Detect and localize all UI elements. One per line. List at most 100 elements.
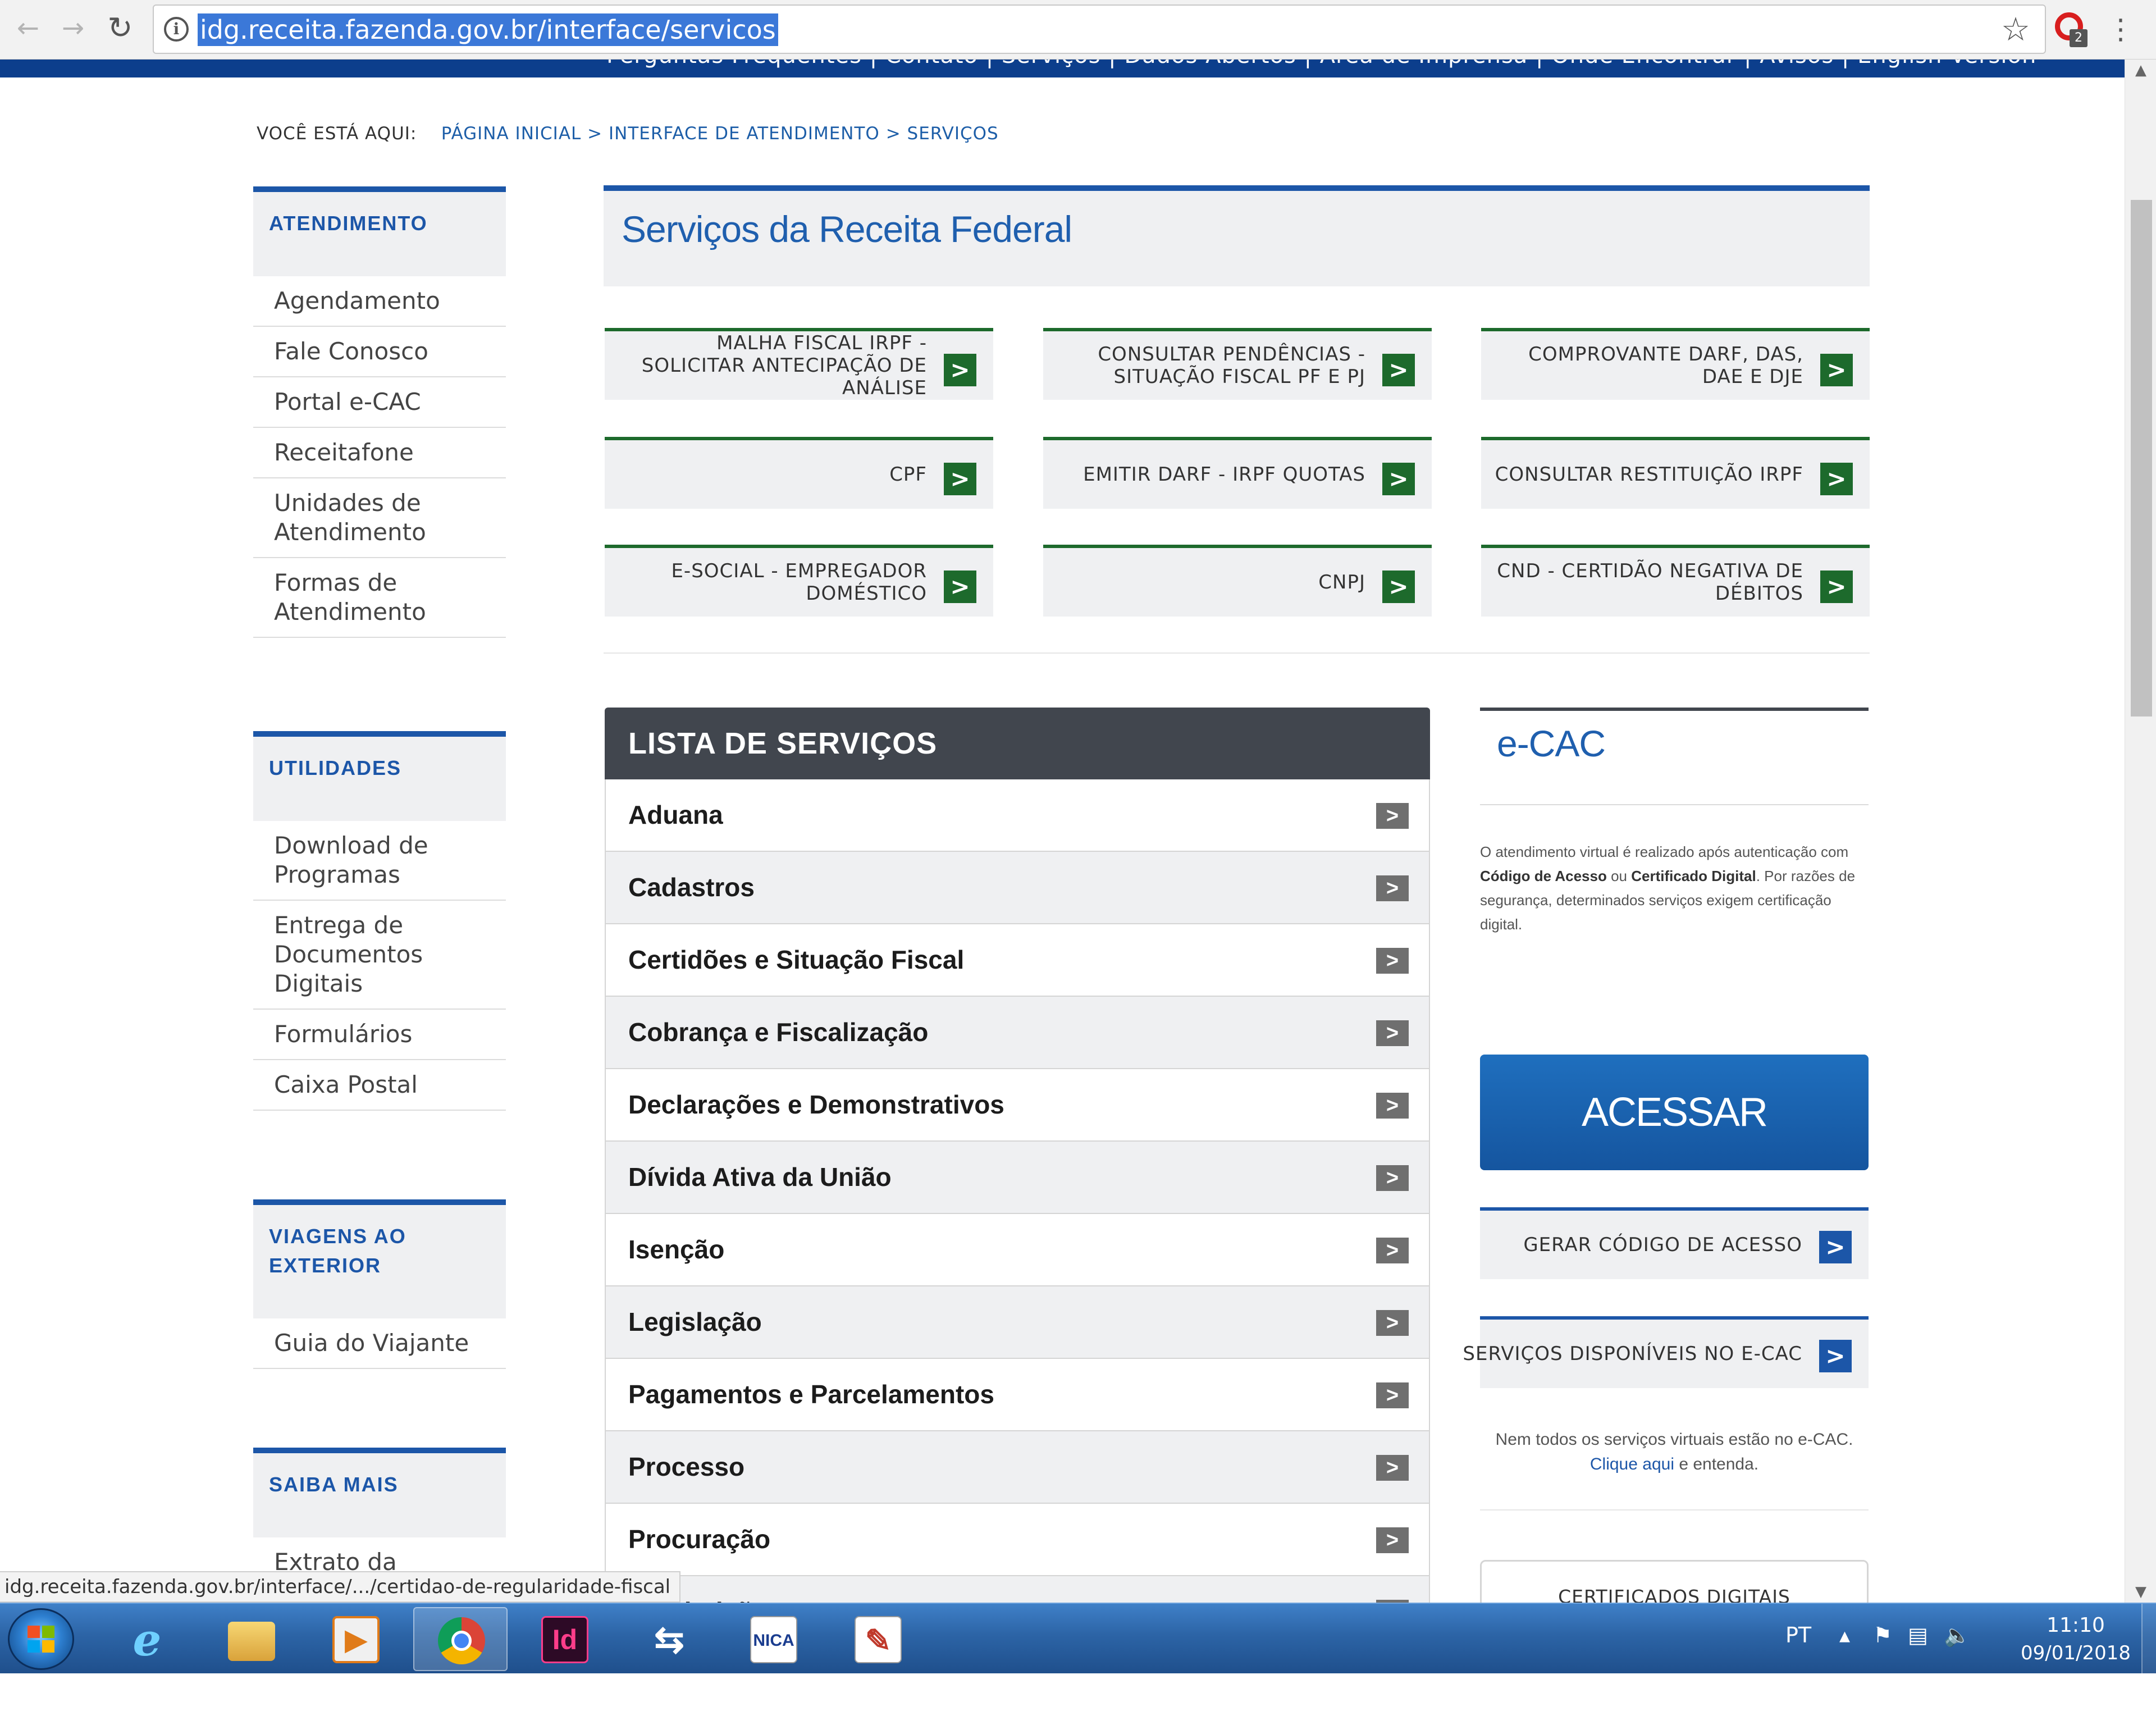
certificados-digitais-button[interactable]: CERTIFICADOS DIGITAIS (1480, 1560, 1869, 1603)
service-item-declaracoes[interactable]: Declarações e Demonstrativos > (605, 1069, 1430, 1142)
address-bar[interactable]: i idg.receita.fazenda.gov.br/interface/s… (153, 4, 2046, 54)
quick-link-emitir-darf[interactable]: EMITIR DARF - IRPF QUOTAS > (1043, 437, 1432, 509)
sidebar-item-agendamento[interactable]: Agendamento (253, 276, 506, 327)
quick-link-label: E-SOCIAL - EMPREGADOR DOMÉSTICO (671, 560, 927, 605)
chevron-right-icon: > (1376, 1238, 1409, 1263)
tray-expand-icon[interactable]: ▴ (1839, 1623, 1850, 1648)
quick-link-cnd[interactable]: CND - CERTIDÃO NEGATIVA DE DÉBITOS > (1481, 545, 1870, 617)
service-item-processo[interactable]: Processo > (605, 1431, 1430, 1504)
chevron-right-icon: > (944, 463, 976, 495)
sidebar-item-formularios[interactable]: Formulários (253, 1010, 506, 1060)
sidebar-item-portal-ecac[interactable]: Portal e-CAC (253, 377, 506, 428)
quick-link-malha-fiscal[interactable]: MALHA FISCAL IRPF - SOLICITAR ANTECIPAÇÃ… (605, 328, 993, 400)
quick-link-label: CONSULTAR RESTITUIÇÃO IRPF (1495, 463, 1803, 486)
taskbar-unica-app[interactable]: NICA (727, 1607, 821, 1671)
service-item-procuracao[interactable]: Procuração > (605, 1504, 1430, 1576)
service-label: Aduana (628, 800, 723, 829)
servicos-ecac-button[interactable]: SERVIÇOS DISPONÍVEIS NO E-CAC > (1463, 1316, 1869, 1388)
breadcrumb: VOCÊ ESTÁ AQUI: PÁGINA INICIAL > INTERFA… (257, 124, 999, 144)
breadcrumb-separator: > (587, 124, 603, 144)
back-arrow-icon[interactable]: ← (10, 10, 46, 46)
taskbar-indesign[interactable]: Id (518, 1607, 612, 1671)
chevron-right-icon: > (1382, 354, 1415, 386)
page-content: VOCÊ ESTÁ AQUI: PÁGINA INICIAL > INTERFA… (0, 77, 2125, 1603)
taskbar-transfer-app[interactable]: ⇆ (622, 1607, 716, 1671)
breadcrumb-interface[interactable]: INTERFACE DE ATENDIMENTO (609, 124, 880, 144)
breadcrumb-home[interactable]: PÁGINA INICIAL (441, 124, 582, 144)
status-url-bubble: idg.receita.fazenda.gov.br/interface/...… (0, 1571, 681, 1603)
clique-aqui-link[interactable]: Clique aqui (1590, 1455, 1674, 1473)
sidebar-item-formas[interactable]: Formas de Atendimento (253, 558, 506, 638)
quick-link-cnpj[interactable]: CNPJ > (1043, 545, 1432, 617)
sidebar-item-download[interactable]: Download de Programas (253, 821, 506, 901)
action-center-flag-icon[interactable]: ⚑ (1873, 1623, 1892, 1648)
media-player-icon: ▶ (332, 1616, 380, 1663)
scroll-down-arrow-icon[interactable]: ▼ (2131, 1583, 2151, 1600)
volume-icon[interactable]: 🔈 (1944, 1623, 1970, 1648)
browser-toolbar: ← → ↻ i idg.receita.fazenda.gov.br/inter… (0, 0, 2156, 60)
sidebar-heading: UTILIDADES (253, 731, 506, 821)
sidebar-item-unidades[interactable]: Unidades de Atendimento (253, 478, 506, 558)
clock-time[interactable]: 11:10 (2034, 1614, 2118, 1637)
sidebar-item-receitafone[interactable]: Receitafone (253, 428, 506, 478)
reload-icon[interactable]: ↻ (102, 10, 138, 46)
service-item-pagamentos[interactable]: Pagamentos e Parcelamentos > (605, 1359, 1430, 1431)
extension-icon[interactable]: 2 (2055, 10, 2089, 47)
clock-date[interactable]: 09/01/2018 (2006, 1642, 2146, 1664)
taskbar-paint-app[interactable]: ✎ (831, 1607, 925, 1671)
url-text[interactable]: idg.receita.fazenda.gov.br/interface/ser… (198, 13, 778, 46)
service-item-legislacao[interactable]: Legislação > (605, 1286, 1430, 1359)
taskbar-internet-explorer[interactable]: e (100, 1607, 194, 1671)
service-item-isencao[interactable]: Isenção > (605, 1214, 1430, 1286)
network-icon[interactable]: ▤ (1908, 1623, 1928, 1648)
sidebar-item-fale-conosco[interactable]: Fale Conosco (253, 327, 506, 377)
service-item-aduana[interactable]: Aduana > (605, 779, 1430, 852)
internet-explorer-icon: e (133, 1613, 162, 1666)
sidebar-section-utilidades: UTILIDADES Download de Programas Entrega… (253, 731, 506, 1111)
sidebar-item-caixa-postal[interactable]: Caixa Postal (253, 1060, 506, 1111)
show-desktop-button[interactable] (2141, 1604, 2156, 1674)
chevron-right-icon: > (1819, 1340, 1852, 1372)
chevron-right-icon: > (1376, 803, 1409, 829)
quick-link-label: MALHA FISCAL IRPF - SOLICITAR ANTECIPAÇÃ… (641, 332, 927, 399)
breadcrumb-current[interactable]: SERVIÇOS (907, 124, 999, 144)
chevron-right-icon: > (1376, 1310, 1409, 1336)
windows-taskbar: e ▶ Id ⇆ NICA ✎ PT ▴ ⚑ ▤ 🔈 11:10 09/01/2… (0, 1603, 2156, 1674)
quick-link-cpf[interactable]: CPF > (605, 437, 993, 509)
sidebar-item-entrega[interactable]: Entrega de Documentos Digitais (253, 901, 506, 1010)
quick-link-restituicao[interactable]: CONSULTAR RESTITUIÇÃO IRPF > (1481, 437, 1870, 509)
chevron-right-icon: > (1376, 948, 1409, 974)
bottom-margin (0, 1673, 2156, 1725)
service-item-cadastros[interactable]: Cadastros > (605, 852, 1430, 924)
quick-link-comprovante[interactable]: COMPROVANTE DARF, DAS, DAE E DJE > (1481, 328, 1870, 400)
taskbar-file-explorer[interactable] (204, 1607, 299, 1671)
breadcrumb-label: VOCÊ ESTÁ AQUI: (257, 124, 417, 144)
site-top-nav-links[interactable]: Perguntas Frequentes | Contato | Serviço… (606, 60, 2036, 69)
taskbar-chrome[interactable] (413, 1607, 508, 1671)
windows-logo-icon (28, 1626, 56, 1654)
quick-link-esocial[interactable]: E-SOCIAL - EMPREGADOR DOMÉSTICO > (605, 545, 993, 617)
service-item-certidoes[interactable]: Certidões e Situação Fiscal > (605, 924, 1430, 997)
system-tray: PT ▴ ⚑ ▤ 🔈 11:10 09/01/2018 (1769, 1604, 2156, 1674)
quick-link-pendencias[interactable]: CONSULTAR PENDÊNCIAS - SITUAÇÃO FISCAL P… (1043, 328, 1432, 400)
service-item-restituicao[interactable]: Restituição> (605, 1576, 1430, 1603)
chevron-right-icon: > (1376, 1020, 1409, 1046)
language-indicator[interactable]: PT (1785, 1623, 1811, 1648)
sidebar-item-guia-viajante[interactable]: Guia do Viajante (253, 1318, 506, 1369)
service-item-divida-ativa[interactable]: Dívida Ativa da União > (605, 1142, 1430, 1214)
browser-menu-icon[interactable]: ⋮ (2107, 11, 2135, 47)
scrollbar-thumb[interactable] (2131, 200, 2152, 717)
forward-arrow-icon[interactable]: → (55, 10, 91, 46)
breadcrumb-separator: > (885, 124, 901, 144)
taskbar-media-player[interactable]: ▶ (309, 1607, 403, 1671)
scroll-up-arrow-icon[interactable]: ▲ (2131, 62, 2151, 79)
acessar-button[interactable]: ACESSAR (1480, 1055, 1869, 1170)
bookmark-star-icon[interactable]: ☆ (2001, 11, 2030, 47)
quick-link-label: CONSULTAR PENDÊNCIAS - SITUAÇÃO FISCAL P… (1098, 343, 1365, 388)
start-button[interactable] (8, 1608, 74, 1670)
page-scrollbar[interactable]: ▲ ▼ (2125, 60, 2156, 1603)
chevron-right-icon: > (1820, 463, 1853, 495)
info-icon[interactable]: i (164, 17, 189, 42)
service-item-cobranca[interactable]: Cobrança e Fiscalização > (605, 997, 1430, 1069)
gerar-codigo-button[interactable]: GERAR CÓDIGO DE ACESSO > (1480, 1207, 1869, 1279)
